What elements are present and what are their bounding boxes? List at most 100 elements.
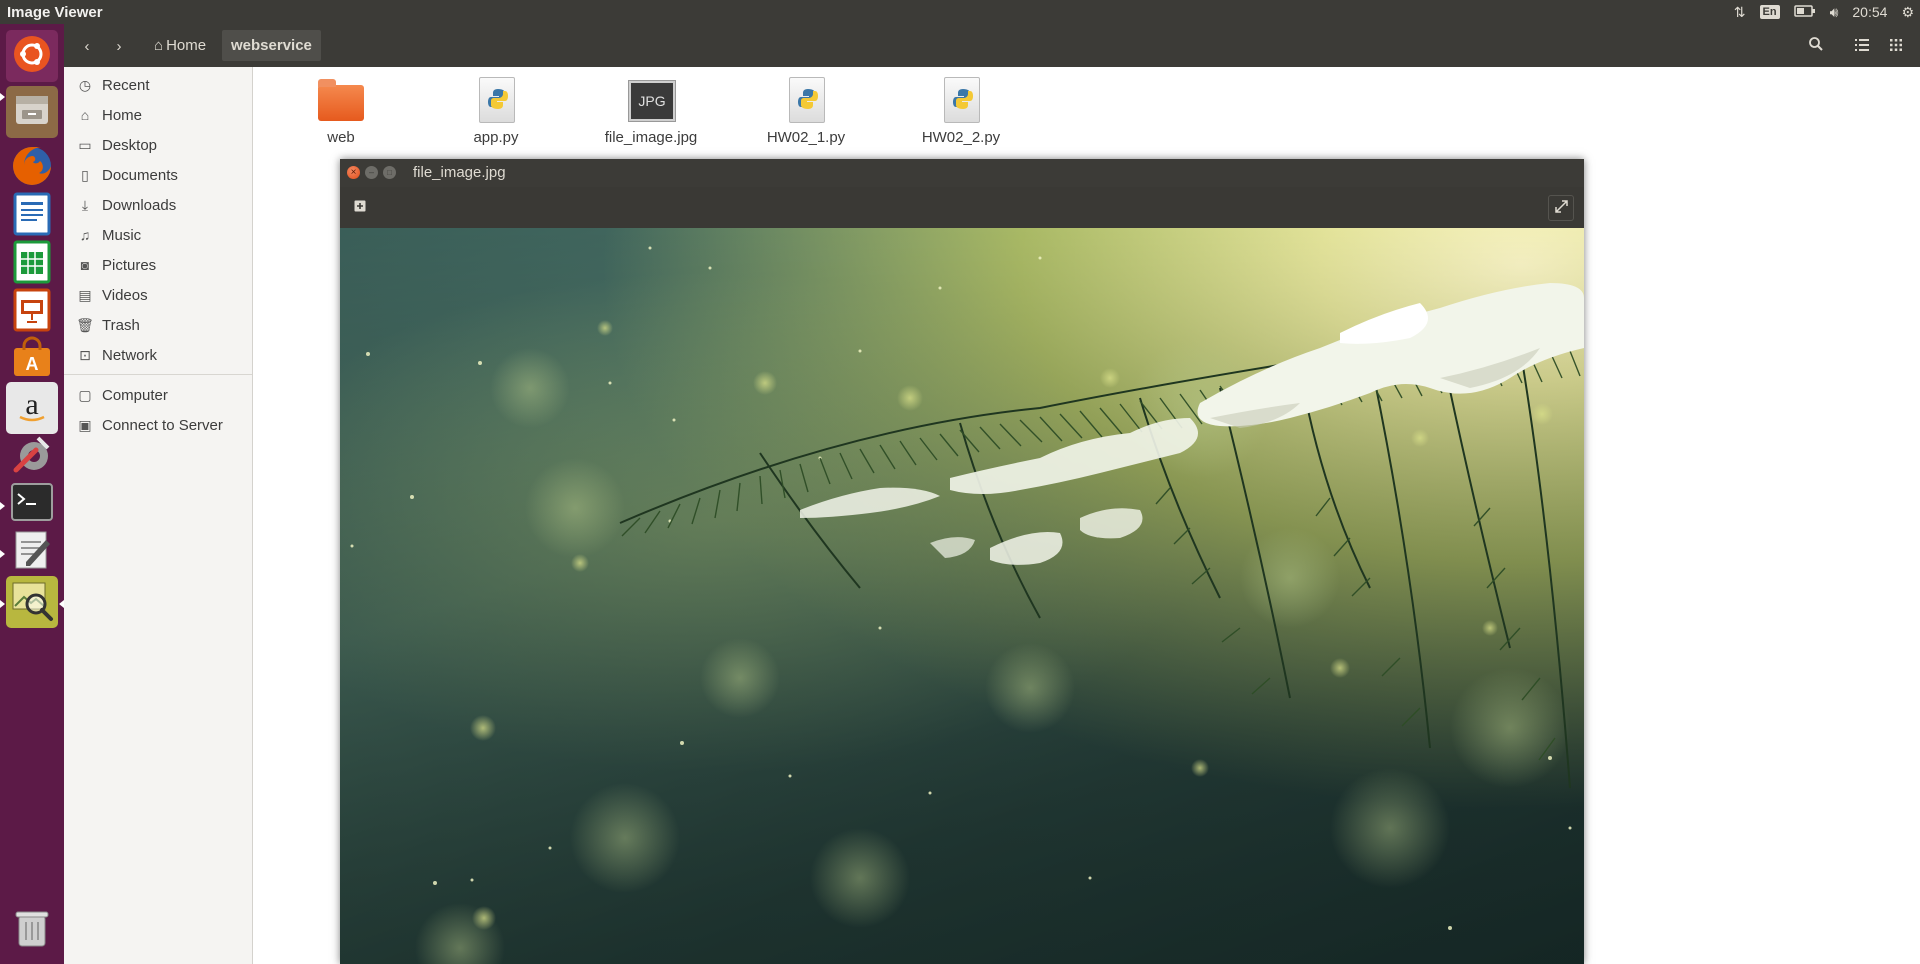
document-icon: ▯ <box>81 166 89 183</box>
fullscreen-icon <box>1554 199 1568 217</box>
network-transfer-icon[interactable]: ⇅ <box>1734 4 1746 21</box>
trash-launcher-button[interactable] <box>6 904 58 956</box>
image-file-icon: JPG <box>626 77 676 125</box>
fullscreen-button[interactable] <box>1548 195 1574 221</box>
keyboard-layout-indicator[interactable]: En <box>1759 5 1780 19</box>
sidebar-item-label: Pictures <box>102 256 157 274</box>
running-indicator <box>0 502 5 510</box>
python-file-icon <box>781 77 831 125</box>
file-name: file_image.jpg <box>604 129 698 146</box>
plus-box-icon <box>354 199 366 216</box>
forward-button[interactable]: › <box>108 32 130 60</box>
text-editor-launcher-button[interactable] <box>6 526 58 578</box>
sidebar-item-label: Computer <box>102 386 168 404</box>
shopping-bag-icon: A <box>10 336 54 384</box>
grid-view-button[interactable] <box>1884 32 1908 60</box>
amazon-launcher-button[interactable]: a <box>6 382 58 434</box>
maximize-button[interactable]: □ <box>383 166 396 179</box>
settings-wrench-icon <box>10 432 54 480</box>
gallery-toggle-button[interactable] <box>350 197 370 217</box>
pine-branch-photo <box>340 228 1584 964</box>
svg-text:A: A <box>26 354 39 374</box>
ubuntu-logo-icon <box>12 34 52 78</box>
running-indicator <box>0 550 5 558</box>
software-center-launcher-button[interactable]: A <box>6 334 58 386</box>
grid-view-icon <box>1890 38 1902 55</box>
sidebar-item-label: Downloads <box>102 196 177 214</box>
file-manager-toolbar: ‹ › ⌂ Home webservice <box>64 24 1920 68</box>
sidebar-item-label: Desktop <box>102 136 158 154</box>
image-viewer-launcher-button[interactable] <box>6 576 58 628</box>
computer-icon: ▢ <box>78 386 92 403</box>
sidebar-item-label: Recent <box>102 76 150 94</box>
amazon-icon: a <box>12 386 52 430</box>
breadcrumb-current[interactable]: webservice <box>222 30 321 61</box>
film-icon: ▤ <box>78 286 92 303</box>
chevron-right-icon: › <box>116 37 122 55</box>
sidebar-item-trash[interactable]: 🗑︎ Trash <box>64 310 252 340</box>
file-item-hw02-2-py[interactable]: HW02_2.py <box>886 77 1036 146</box>
sidebar-item-desktop[interactable]: ▭ Desktop <box>64 130 252 160</box>
breadcrumb-home[interactable]: ⌂ Home <box>154 30 206 61</box>
camera-icon: ◙ <box>80 257 90 273</box>
clock[interactable]: 20:54 <box>1852 4 1887 20</box>
text-editor-icon <box>12 528 52 576</box>
terminal-launcher-button[interactable] <box>6 478 58 530</box>
close-button[interactable]: × <box>347 166 360 179</box>
file-name: web <box>327 129 355 146</box>
file-item-file-image-jpg[interactable]: JPG file_image.jpg <box>576 77 726 146</box>
writer-launcher-button[interactable] <box>6 190 58 242</box>
minimize-button[interactable]: – <box>365 166 378 179</box>
ubuntu-dash-button[interactable] <box>6 30 58 82</box>
sidebar-item-music[interactable]: ♫ Music <box>64 220 252 250</box>
close-icon: × <box>350 167 357 178</box>
python-file-icon <box>936 77 986 125</box>
sidebar-item-documents[interactable]: ▯ Documents <box>64 160 252 190</box>
sidebar-item-recent[interactable]: ◷ Recent <box>64 70 252 100</box>
network-icon: ⊡ <box>79 346 91 363</box>
gear-icon[interactable]: ⚙ <box>1901 4 1914 21</box>
volume-icon[interactable]: 🔊︎ <box>1830 4 1839 21</box>
music-icon: ♫ <box>79 227 91 243</box>
impress-launcher-button[interactable] <box>6 286 58 338</box>
folder-icon: ▭ <box>78 136 92 153</box>
image-viewer-window: × – □ file_image.jpg <box>340 159 1584 964</box>
back-button[interactable]: ‹ <box>76 32 98 60</box>
sidebar-item-videos[interactable]: ▤ Videos <box>64 280 252 310</box>
list-view-button[interactable] <box>1850 32 1874 60</box>
home-icon: ⌂ <box>154 37 164 54</box>
sidebar-item-computer[interactable]: ▢ Computer <box>64 380 252 410</box>
sidebar-item-network[interactable]: ⊡ Network <box>64 340 252 370</box>
files-launcher-button[interactable] <box>6 86 58 138</box>
sidebar-item-home[interactable]: ⌂ Home <box>64 100 252 130</box>
sidebar-item-label: Connect to Server <box>102 416 223 434</box>
terminal-icon <box>10 482 54 526</box>
file-item-web[interactable]: web <box>266 77 416 146</box>
sidebar-item-downloads[interactable]: ⤓ Downloads <box>64 190 252 220</box>
sidebar-item-label: Music <box>102 226 142 244</box>
list-view-icon <box>1855 38 1869 55</box>
file-name: app.py <box>473 129 519 146</box>
sidebar-item-pictures[interactable]: ◙ Pictures <box>64 250 252 280</box>
system-settings-launcher-button[interactable] <box>6 430 58 482</box>
search-button[interactable] <box>1804 32 1828 60</box>
system-tray: ⇅ En 🔊︎ 20:54 ⚙ <box>1734 0 1914 24</box>
viewer-titlebar[interactable]: × – □ file_image.jpg <box>340 159 1584 187</box>
search-icon <box>1808 36 1824 56</box>
places-sidebar: ◷ Recent ⌂ Home ▭ Desktop ▯ Documents ⤓ Downl… <box>64 67 253 964</box>
python-file-icon <box>471 77 521 125</box>
active-window-title: Image Viewer <box>7 3 103 21</box>
battery-icon[interactable] <box>1793 4 1816 20</box>
sidebar-item-label: Documents <box>102 166 178 184</box>
calc-launcher-button[interactable] <box>6 238 58 290</box>
file-item-app-py[interactable]: app.py <box>421 77 571 146</box>
sidebar-divider <box>64 374 252 375</box>
file-item-hw02-1-py[interactable]: HW02_1.py <box>731 77 881 146</box>
minimize-icon: – <box>368 167 374 177</box>
sidebar-item-connect-to-server[interactable]: ▣ Connect to Server <box>64 410 252 440</box>
svg-text:a: a <box>25 388 38 421</box>
firefox-launcher-button[interactable] <box>6 142 58 194</box>
clock-icon: ◷ <box>78 76 92 93</box>
viewer-toolbar <box>340 187 1584 228</box>
sidebar-item-label: Network <box>102 346 158 364</box>
